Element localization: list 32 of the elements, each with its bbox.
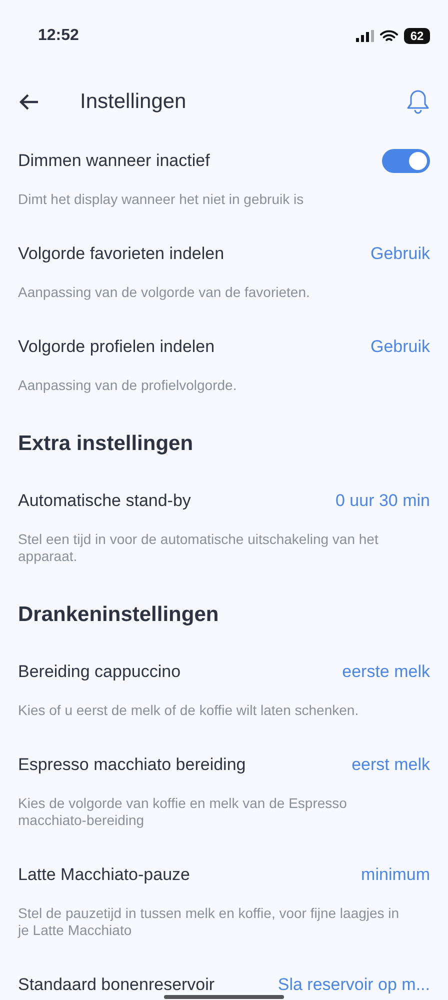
setting-title: Volgorde favorieten indelen (18, 244, 224, 264)
setting-title: Bereiding cappuccino (18, 662, 181, 682)
battery-level: 62 (404, 28, 430, 44)
setting-value[interactable]: Gebruik (370, 244, 430, 264)
signal-icon (356, 30, 374, 42)
bell-icon[interactable] (406, 89, 430, 115)
setting-title: Standaard bonenreservoir (18, 975, 215, 995)
setting-title: Volgorde profielen indelen (18, 337, 215, 357)
toggle-switch[interactable] (382, 149, 430, 173)
section-heading: Extra instellingen (18, 431, 194, 457)
setting-description: Stel een tijd in voor de automatische uitschakeling van het apparaat. (18, 531, 380, 565)
setting-description: Kies of u eerst de melk of de koffie wilt laten schenken. (18, 702, 360, 719)
setting-value[interactable]: eerst melk (352, 755, 430, 775)
setting-title: Latte Macchiato-pauze (18, 865, 190, 885)
setting-value[interactable]: Gebruik (370, 337, 430, 357)
setting-description: Aanpassing van de profielvolgorde. (18, 377, 238, 394)
wifi-icon (380, 30, 398, 42)
section-heading: Drankeninstellingen (18, 602, 220, 628)
setting-title: Automatische stand-by (18, 491, 191, 511)
setting-description: Kies de volgorde van koffie en melk van de Espresso macchiato-bereiding (18, 795, 348, 829)
setting-title: Dimmen wanneer inactief (18, 151, 210, 171)
setting-description: Dimt het display wanneer het niet in gebruik is (18, 191, 305, 208)
back-button[interactable] (18, 93, 40, 111)
setting-description: Aanpassing van de volgorde van de favorieten. (18, 284, 311, 301)
setting-title: Espresso macchiato bereiding (18, 755, 246, 775)
page-title: Instellingen (80, 90, 188, 114)
setting-value[interactable]: minimum (361, 865, 430, 885)
setting-value[interactable]: 0 uur 30 min (336, 491, 430, 511)
status-time: 12:52 (38, 27, 80, 45)
setting-value[interactable]: Sla reservoir op m... (278, 975, 430, 995)
setting-description: Stel de pauzetijd in tussen melk en koffie, voor fijne laagjes in je Latte Macchiato (18, 905, 400, 939)
setting-value[interactable]: eerste melk (342, 662, 430, 682)
